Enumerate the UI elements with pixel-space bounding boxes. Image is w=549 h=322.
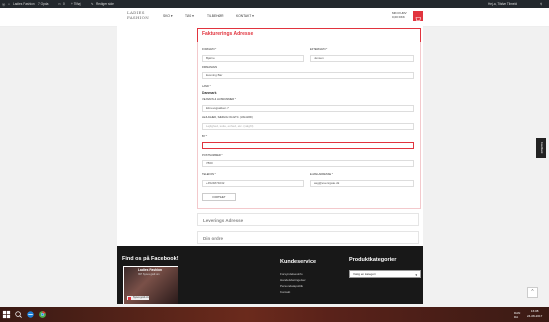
search-icon[interactable] — [14, 310, 23, 319]
chevron-down-icon: ▾ — [415, 273, 417, 277]
taskbar-clock[interactable]: 16:08 24-08-2017 — [527, 309, 542, 318]
chevron-up-icon: ⌃ — [530, 289, 535, 295]
service-heading: Kundeservice — [280, 259, 317, 265]
site-header: LADIES FASHION SKO ▾ TØJ ▾ TILBEHØR KONT… — [0, 8, 549, 27]
footer-link-shipping[interactable]: Forsyndelsesinfo — [280, 272, 303, 276]
category-heading: Produktkategorier — [349, 257, 397, 263]
facebook-heading: Find os på Facebook! — [122, 256, 179, 262]
taskbar: DAN DA 16:08 24-08-2017 — [0, 307, 549, 322]
cart-summary[interactable]: MIN KURV 0,00 DKK — [392, 11, 412, 19]
apartment-label: LEJLIGHED, SÆRLIG OG ETC. (VALGFRI) — [202, 116, 253, 119]
clock-date: 24-08-2017 — [527, 313, 543, 318]
zip-label: POSTNUMMER * — [202, 154, 223, 157]
lastname-label: EFTERNAVN * — [310, 48, 328, 51]
city-label: BY * — [202, 135, 208, 138]
zip-input[interactable]: 7800 — [202, 160, 414, 167]
cart-icon — [415, 17, 421, 23]
chrome-icon[interactable] — [38, 310, 47, 319]
edit-icon[interactable]: ✎ — [91, 2, 94, 6]
admin-comments-count[interactable]: 0 — [63, 2, 65, 6]
comments-icon[interactable]: ▭ — [58, 2, 61, 6]
phone-input[interactable]: +4524874032 — [202, 180, 304, 187]
admin-updates[interactable]: 7 Opda — [38, 2, 48, 6]
footer-link-privacy[interactable]: Persondatapolitik — [280, 284, 303, 288]
footer-link-contact[interactable]: Kontakt — [280, 290, 290, 294]
lastname-input[interactable]: Jensen — [310, 55, 414, 62]
phone-label: TELEFON * — [202, 173, 216, 176]
back-to-top-button[interactable]: ⌃ — [527, 287, 538, 298]
continue-button[interactable]: FORTSÆT — [202, 193, 236, 201]
apartment-input[interactable]: Lejlighed, suite, enhed, etc. (valgfri) — [202, 123, 414, 130]
company-input[interactable]: Evening Bar — [202, 72, 414, 79]
footer-link-terms[interactable]: Handelsbetingelser — [280, 278, 306, 282]
email-input[interactable]: asg@evenrgate.dk — [310, 180, 414, 187]
facebook-page-name[interactable]: Ladies Fashion — [138, 268, 162, 272]
admin-home-icon[interactable]: ⌂ — [8, 2, 10, 6]
shipping-title: Leverings Adresse — [203, 217, 244, 223]
site-logo[interactable]: LADIES FASHION — [127, 10, 150, 23]
order-section[interactable]: Din ordre — [197, 231, 419, 244]
facebook-page-likes: 397 Synes godt om — [138, 273, 160, 276]
firstname-label: FORNAVN * — [202, 48, 217, 51]
cart-total: 0,00 DKK — [392, 15, 405, 19]
country-label: LAND * — [202, 85, 211, 88]
nav-item-tilbehor[interactable]: TILBEHØR — [207, 14, 224, 18]
nav-item-sko[interactable]: SKO ▾ — [163, 14, 173, 18]
facebook-like-button[interactable]: Synes godt om — [127, 296, 149, 300]
nav-item-toj[interactable]: TØJ ▾ — [185, 14, 194, 18]
admin-bar: ⓦ ⌂ Ladies Fashion 7 Opda ▭ 0 + Tilføj ✎… — [0, 0, 549, 8]
search-icon[interactable]: ⚲ — [540, 2, 542, 6]
cart-button[interactable] — [413, 11, 423, 23]
language-indicator[interactable]: DAN DA — [514, 311, 520, 319]
feedback-tab[interactable]: Feedback — [536, 138, 546, 158]
category-select[interactable]: Vælg en kategori ▾ — [349, 270, 421, 278]
windows-start-icon[interactable] — [2, 310, 11, 319]
email-label: E-MAILADRESSE * — [310, 173, 333, 176]
country-value: Danmark — [202, 91, 217, 95]
order-title: Din ordre — [203, 235, 224, 241]
wordpress-icon[interactable]: ⓦ — [2, 2, 5, 7]
nav-item-kontakt[interactable]: KONTAKT ▾ — [236, 14, 254, 18]
street-input[interactable]: Elmevejpakken 7 — [202, 105, 414, 112]
company-label: FIRMANAVN — [202, 66, 218, 69]
billing-title: Fakturerings Adresse — [202, 31, 254, 37]
admin-site-name[interactable]: Ladies Fashion — [13, 2, 35, 6]
admin-new[interactable]: + Tilføj — [71, 2, 80, 6]
admin-greeting[interactable]: Hej-a, Tilsfør Tilmeld — [488, 2, 517, 6]
street-label: VEJNAVN & HUSNUMMER * — [202, 98, 236, 101]
logo-line-2: FASHION — [127, 14, 150, 20]
firstname-input[interactable]: Bjørne — [202, 55, 304, 62]
city-input[interactable] — [202, 142, 414, 149]
facebook-icon — [128, 296, 131, 300]
shipping-section[interactable]: Leverings Adresse — [197, 213, 419, 226]
edge-browser-icon[interactable] — [26, 310, 35, 319]
admin-edit-page[interactable]: Rediger side — [96, 2, 114, 6]
